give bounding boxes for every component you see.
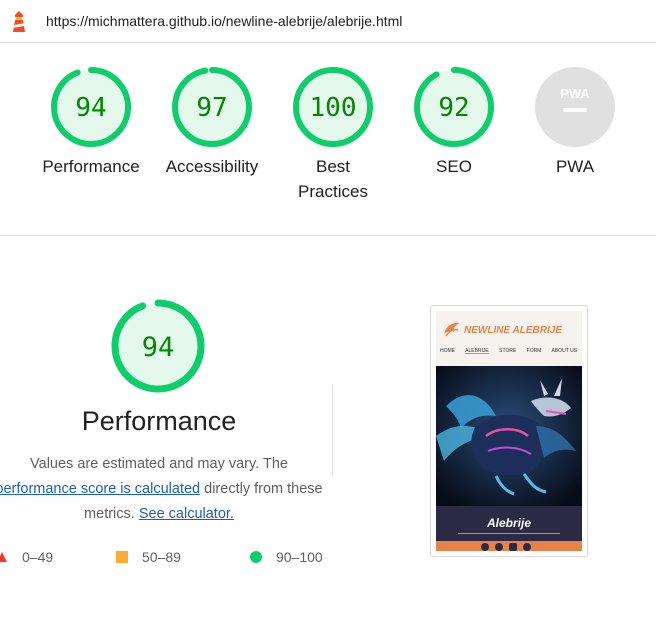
gauge-seo[interactable]: 92 SEO bbox=[399, 66, 509, 179]
legend-fail: 0–49 bbox=[0, 549, 53, 565]
thumbnail-brand: NEWLINE ALEBRIJE bbox=[464, 325, 562, 336]
thumbnail-nav-item: ALEBRIJE bbox=[465, 348, 489, 354]
fail-triangle-icon bbox=[0, 552, 7, 562]
thumbnail-caption: Alebrije bbox=[436, 506, 582, 541]
legend-average: 50–89 bbox=[116, 549, 181, 565]
gauge-best-practices[interactable]: 100 Best Practices bbox=[278, 66, 388, 204]
gauge-performance-score: 94 bbox=[75, 93, 106, 123]
thumbnail-nav: HOME ALEBRIJE STORE FORM ABOUT US bbox=[440, 348, 580, 354]
gauge-seo-ring: 92 bbox=[414, 67, 494, 147]
thumbnail-caption-text: Alebrije bbox=[486, 516, 531, 530]
gauge-seo-label: SEO bbox=[436, 157, 472, 176]
gauge-best-practices-label: Best Practices bbox=[278, 154, 388, 204]
gauge-best-practices-ring: 100 bbox=[293, 67, 373, 147]
divider bbox=[332, 385, 333, 477]
gauge-seo-score: 92 bbox=[438, 93, 469, 123]
gauge-accessibility-ring: 97 bbox=[172, 67, 252, 147]
see-calculator-link[interactable]: See calculator. bbox=[139, 506, 234, 522]
pwa-dash-icon bbox=[563, 108, 587, 112]
legend-fail-range: 0–49 bbox=[22, 549, 54, 565]
legend-pass-range: 90–100 bbox=[276, 549, 323, 565]
pwa-badge-text: PWA bbox=[560, 86, 590, 101]
legend-pass: 90–100 bbox=[250, 549, 323, 565]
thumbnail-nav-item: FORM bbox=[526, 348, 542, 354]
lighthouse-icon bbox=[13, 11, 25, 32]
desc-suffix: metrics. bbox=[84, 506, 135, 522]
thumbnail-footer bbox=[436, 541, 582, 551]
gauge-accessibility[interactable]: 97 Accessibility bbox=[157, 66, 267, 179]
average-square-icon bbox=[116, 551, 128, 563]
thumbnail-page: NEWLINE ALEBRIJE HOME ALEBRIJE STORE FOR… bbox=[436, 311, 582, 551]
thumbnail-nav-item: ABOUT US bbox=[551, 348, 577, 354]
gauge-accessibility-score: 97 bbox=[196, 93, 227, 123]
url-text[interactable]: https://michmattera.github.io/newline-al… bbox=[46, 13, 402, 29]
pass-circle-icon bbox=[250, 551, 262, 563]
gauge-best-practices-label-line2: Practices bbox=[298, 182, 368, 201]
url-bar: https://michmattera.github.io/newline-al… bbox=[0, 0, 656, 43]
gauge-performance-label: Performance bbox=[42, 157, 140, 176]
facebook-icon bbox=[495, 543, 503, 551]
desc-middle: directly from these bbox=[204, 481, 323, 497]
performance-title: Performance bbox=[81, 406, 237, 436]
thumbnail-caption-underline bbox=[458, 533, 560, 534]
youtube-icon bbox=[509, 543, 517, 551]
page-screenshot-thumbnail[interactable]: NEWLINE ALEBRIJE HOME ALEBRIJE STORE FOR… bbox=[430, 305, 588, 557]
desc-prefix: Values are estimated and may vary. The bbox=[30, 456, 288, 472]
performance-description: Values are estimated and may vary. The p… bbox=[0, 452, 330, 527]
performance-gauge: 94 bbox=[111, 299, 205, 393]
legend-average-range: 50–89 bbox=[142, 549, 181, 565]
thumbnail-nav-item: STORE bbox=[499, 348, 517, 354]
github-icon bbox=[523, 543, 531, 551]
gauge-pwa[interactable]: PWA PWA bbox=[520, 66, 630, 179]
score-calculation-link[interactable]: performance score is calculated bbox=[0, 481, 200, 497]
gauge-accessibility-label: Accessibility bbox=[165, 157, 259, 176]
gauge-best-practices-label-line1: Best bbox=[315, 157, 351, 176]
gauge-performance-ring: 94 bbox=[51, 67, 131, 147]
gauge-best-practices-score: 100 bbox=[310, 93, 357, 123]
alebrije-logo-icon bbox=[444, 322, 460, 337]
pwa-badge-icon: PWA bbox=[535, 67, 615, 147]
thumbnail-nav-item: HOME bbox=[440, 348, 455, 354]
score-gauges: 94 Performance 97 Accessibility 100 Best… bbox=[0, 42, 656, 236]
performance-score: 94 bbox=[142, 332, 175, 363]
gauge-pwa-label: PWA bbox=[555, 157, 595, 176]
alebrije-dragon-illustration bbox=[436, 366, 582, 506]
alebrije-image bbox=[436, 366, 582, 506]
gauge-performance[interactable]: 94 Performance bbox=[36, 66, 146, 179]
instagram-icon bbox=[481, 543, 489, 551]
